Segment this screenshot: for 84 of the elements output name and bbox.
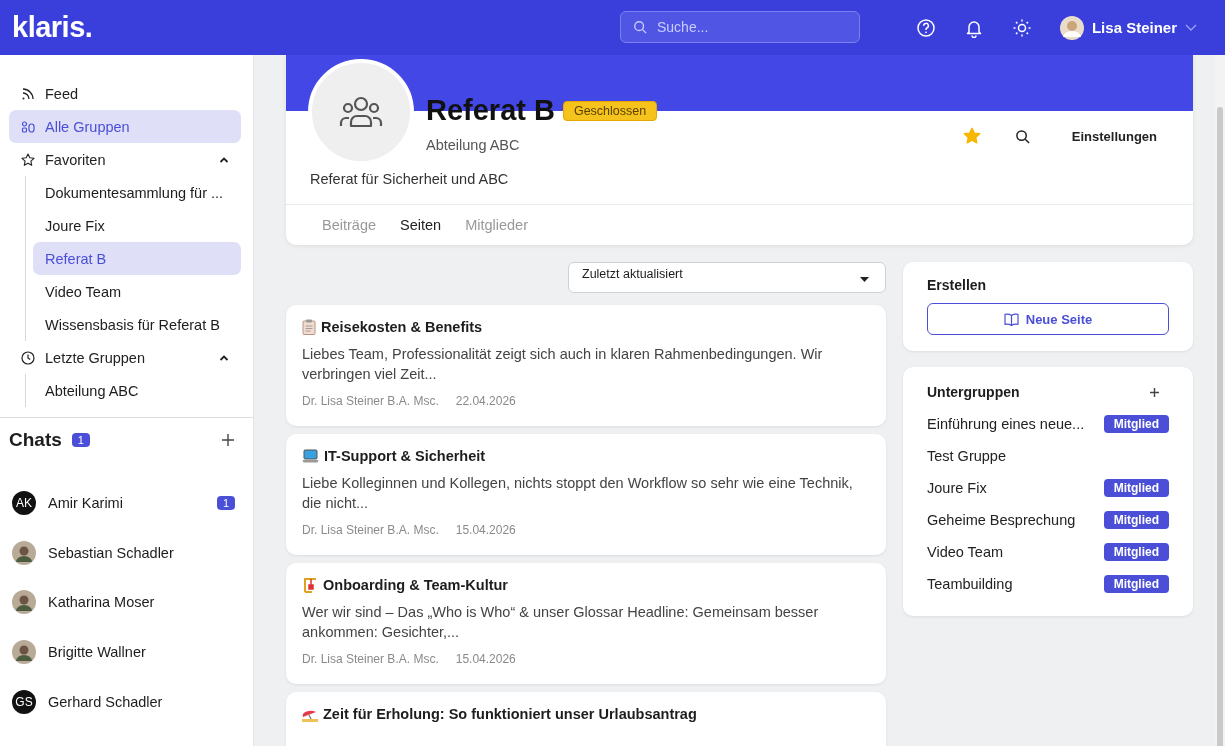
member-badge: Mitglied bbox=[1103, 543, 1169, 561]
subgroup-row[interactable]: Einführung eines neue... Mitglied bbox=[927, 408, 1169, 440]
plus-icon[interactable] bbox=[221, 433, 235, 447]
date-label: 15.04.2026 bbox=[455, 652, 516, 666]
help-icon[interactable] bbox=[915, 17, 936, 38]
nav-item[interactable]: Dokumentesammlung für ... bbox=[33, 176, 241, 209]
member-badge: Mitglied bbox=[1103, 575, 1169, 593]
groups-icon bbox=[21, 119, 35, 134]
book-icon bbox=[1003, 312, 1019, 326]
star-icon bbox=[21, 152, 35, 167]
page-card[interactable]: Zeit für Erholung: So funktioniert unser Urlaubsantrag bbox=[286, 692, 886, 746]
nav-item[interactable]: Video Team bbox=[33, 275, 241, 308]
subgroup-row[interactable]: Geheime Besprechung Mitglied bbox=[927, 504, 1169, 536]
chat-item[interactable]: GS Gerhard Schadler bbox=[9, 676, 237, 727]
avatar-icon bbox=[1059, 15, 1084, 40]
subgroup-row[interactable]: Joure Fix Mitglied bbox=[927, 472, 1169, 504]
avatar-icon bbox=[12, 639, 36, 664]
logo[interactable]: klaris. bbox=[12, 11, 93, 44]
avatar-icon bbox=[12, 540, 36, 565]
page-title: Onboarding & Team-Kultur bbox=[323, 577, 508, 593]
chevron-icon bbox=[219, 354, 229, 361]
nav-item[interactable]: Referat B bbox=[33, 242, 241, 275]
search-icon[interactable] bbox=[1014, 128, 1030, 144]
nav-item[interactable]: Wissensbasis für Referat B bbox=[33, 308, 241, 341]
page-excerpt: Liebes Team, Professionalität zeigt sich auch in klaren Rahmenbedingungen. Wir verbringen viel Zeit... bbox=[302, 345, 824, 384]
panel-heading: Erstellen bbox=[927, 277, 988, 293]
star-icon[interactable] bbox=[962, 127, 981, 145]
nav-item[interactable]: Joure Fix bbox=[33, 209, 241, 242]
avatar-icon bbox=[12, 590, 36, 615]
unread-badge: 1 bbox=[216, 495, 235, 510]
subgroup-row[interactable]: Test Gruppe bbox=[927, 440, 1169, 472]
crane-icon bbox=[302, 577, 318, 593]
nav-item[interactable]: Favoriten bbox=[9, 143, 241, 176]
sun-icon[interactable] bbox=[1011, 17, 1032, 38]
nav-item[interactable]: Abteilung ABC bbox=[33, 374, 241, 407]
search-field[interactable]: Suche... bbox=[620, 11, 860, 43]
clock-icon bbox=[21, 350, 35, 365]
chevron-down-icon bbox=[1185, 23, 1197, 32]
page-card[interactable]: IT-Support & Sicherheit Liebe Kolleginnen und Kollegen, nichts stoppt den Workflow so sehr wie eine Technik, die nicht... Dr. Lisa Steiner B.A. Msc. 15.04.2026 bbox=[286, 434, 886, 555]
page-excerpt: Liebe Kolleginnen und Kollegen, nichts stoppt den Workflow so sehr wie eine Technik, die nicht... bbox=[302, 474, 854, 513]
page-title: Reisekosten & Benefits bbox=[321, 319, 483, 335]
author-label: Dr. Lisa Steiner B.A. Msc. bbox=[302, 523, 439, 537]
clipboard-icon bbox=[302, 319, 316, 335]
page-excerpt: Wer wir sind – Das „Who is Who“ & unser Glossar Headline: Gemeinsam besser ankommen: Gesichter,... bbox=[302, 603, 820, 642]
member-badge: Mitglied bbox=[1103, 511, 1169, 529]
initials-avatar: AK bbox=[12, 490, 36, 515]
chats-heading: Chats bbox=[9, 429, 62, 451]
chevron-icon bbox=[219, 156, 229, 163]
initials-avatar: GS bbox=[12, 689, 36, 714]
group-title: Referat B bbox=[426, 94, 555, 127]
page-card[interactable]: Reisekosten & Benefits Liebes Team, Professionalität zeigt sich auch in klaren Rahmenbedingungen. Wir verbringen viel Zeit... Dr. Lisa Steiner B.A. Msc. 22.04.2026 bbox=[286, 305, 886, 426]
nav-item[interactable]: Letzte Gruppen bbox=[9, 341, 241, 374]
caret-icon bbox=[860, 277, 869, 282]
group-description: Referat für Sicherheit und ABC bbox=[310, 171, 510, 189]
chat-item[interactable]: Katharina Moser bbox=[9, 577, 237, 628]
member-badge: Mitglied bbox=[1103, 415, 1169, 433]
laptop-icon bbox=[302, 449, 319, 463]
search-icon bbox=[633, 20, 647, 34]
author-label: Dr. Lisa Steiner B.A. Msc. bbox=[302, 394, 439, 408]
user-menu[interactable]: Lisa Steiner bbox=[1059, 15, 1197, 40]
author-label: Dr. Lisa Steiner B.A. Msc. bbox=[302, 652, 439, 666]
page-title: Zeit für Erholung: So funktioniert unser Urlaubsantrag bbox=[323, 706, 697, 722]
count-badge: 1 bbox=[71, 433, 90, 447]
subgroup-row[interactable]: Teambuilding Mitglied bbox=[927, 568, 1169, 600]
new-page-button[interactable]: Neue Seite bbox=[927, 303, 1169, 335]
chat-item[interactable]: AK Amir Karimi 1 bbox=[9, 478, 237, 528]
department-label: Abteilung ABC bbox=[426, 137, 521, 153]
scrollbar-thumb[interactable] bbox=[1217, 107, 1223, 746]
page-title: IT-Support & Sicherheit bbox=[324, 448, 486, 464]
subgroup-row[interactable]: Video Team Mitglied bbox=[927, 536, 1169, 568]
feed-icon bbox=[21, 86, 35, 101]
member-badge: Mitglied bbox=[1103, 479, 1169, 497]
settings-button[interactable]: Einstellungen bbox=[1063, 128, 1165, 144]
date-label: 15.04.2026 bbox=[455, 523, 516, 537]
nav-item[interactable]: Alle Gruppen bbox=[9, 110, 241, 143]
date-label: 22.04.2026 bbox=[455, 394, 516, 408]
page-card[interactable]: Onboarding & Team-Kultur Wer wir sind – Das „Who is Who“ & unser Glossar Headline: Gemeinsam besser ankommen: Gesichter,... Dr. Lisa Steiner B.A. Msc. 15.04.2026 bbox=[286, 563, 886, 684]
sort-dropdown[interactable]: Zuletzt aktualisiert bbox=[568, 262, 886, 293]
panel-heading: Untergruppen bbox=[927, 384, 1020, 400]
plus-icon[interactable] bbox=[1150, 387, 1159, 397]
nav-item[interactable]: Feed bbox=[9, 77, 241, 110]
chat-item[interactable]: Brigitte Wallner bbox=[9, 627, 237, 677]
chat-item[interactable]: Sebastian Schadler bbox=[9, 527, 237, 578]
tab[interactable]: Seiten bbox=[392, 217, 450, 233]
